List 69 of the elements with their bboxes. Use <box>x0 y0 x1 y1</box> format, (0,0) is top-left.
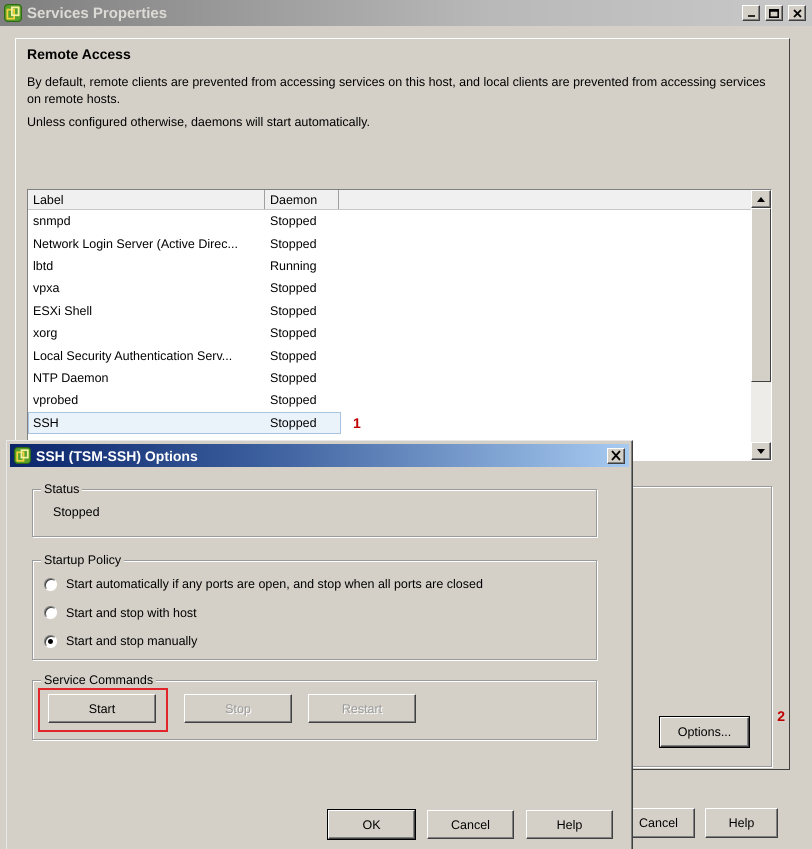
table-cell-text: xorg <box>32 326 58 340</box>
dialog-button[interactable]: OK <box>328 810 415 839</box>
table-cell-text: Local Security Authentication Serv... <box>32 348 234 363</box>
table-row[interactable]: xorg Stopped <box>28 322 341 344</box>
up-arrow-icon <box>757 196 765 202</box>
annotation-number: 1 <box>353 414 361 431</box>
scrollbar[interactable] <box>751 190 771 460</box>
maximize-icon <box>769 8 779 18</box>
close-button[interactable] <box>788 5 806 21</box>
radio-label[interactable]: Start and stop with host <box>66 606 197 620</box>
description-text: By default, remote clients are prevented from accessing services on this host, and local clients are prevented from accessing services on remote hosts. <box>27 74 767 108</box>
close-icon <box>792 8 802 18</box>
table-row[interactable]: snmpd Stopped <box>28 210 341 232</box>
dialog-title: SSH (TSM-SSH) Options <box>36 448 199 464</box>
close-button[interactable] <box>607 448 625 464</box>
table-cell-text: ESXi Shell <box>32 304 94 318</box>
radio-button[interactable] <box>44 634 57 648</box>
section-heading: Remote Access <box>27 46 132 62</box>
close-icon <box>610 450 622 461</box>
down-arrow-icon <box>757 448 765 454</box>
scroll-down-button[interactable] <box>751 442 771 460</box>
table-row[interactable]: NTP Daemon Stopped <box>28 366 341 390</box>
table-row[interactable]: Local Security Authentication Serv... Stopped <box>28 344 341 367</box>
maximize-button[interactable] <box>765 5 783 21</box>
table-cell-text: SSH <box>32 416 60 430</box>
table-row[interactable]: Network Login Server (Active Direc... Stopped <box>28 232 341 255</box>
annotation-number: 2 <box>777 708 785 724</box>
table-cell-text: Stopped <box>269 326 318 340</box>
dialog-button[interactable]: Help <box>526 810 613 839</box>
group-title: Startup Policy <box>41 552 124 568</box>
table-cell-text: Stopped <box>269 416 318 430</box>
column-header[interactable]: Daemon <box>265 190 339 209</box>
table-cell-text: snmpd <box>32 214 72 228</box>
table-cell-text: vpxa <box>32 281 60 296</box>
options-button[interactable]: Options... <box>660 717 749 747</box>
status-value: Stopped <box>53 505 100 519</box>
table-cell-text: Network Login Server (Active Direc... <box>32 236 239 251</box>
app-icon <box>4 4 22 22</box>
minimize-icon <box>748 15 754 17</box>
minimize-button[interactable] <box>742 5 760 21</box>
table-cell-text: Stopped <box>269 281 318 296</box>
radio-label[interactable]: Start and stop manually <box>66 634 198 648</box>
table-cell-text: Stopped <box>269 348 318 363</box>
dialog-button[interactable]: Help <box>705 808 778 838</box>
description-text: Unless configured otherwise, daemons will start automatically. <box>27 114 371 131</box>
table-cell-text: Stopped <box>269 236 318 251</box>
table-cell-text: Stopped <box>269 370 318 385</box>
table-row[interactable]: lbtd Running <box>28 254 341 278</box>
scroll-thumb[interactable] <box>751 208 771 382</box>
table-row[interactable]: vpxa Stopped <box>28 277 341 300</box>
radio-button[interactable] <box>44 578 57 591</box>
table-cell-text: Stopped <box>269 393 318 408</box>
app-icon <box>14 447 31 464</box>
radio-button[interactable] <box>44 606 57 620</box>
table-cell-text: Running <box>269 258 318 273</box>
table-cell-text: lbtd <box>32 258 54 273</box>
radio-label[interactable]: Start automatically if any ports are open, and stop when all ports are closed <box>66 577 483 592</box>
table-row[interactable]: ESXi Shell Stopped <box>28 300 341 322</box>
table-row[interactable]: SSH Stopped <box>28 412 341 434</box>
window-title: Services Properties <box>27 4 168 22</box>
dialog-button[interactable]: Cancel <box>427 810 514 839</box>
table-row[interactable]: vprobed Stopped <box>28 389 341 412</box>
table-cell-text: NTP Daemon <box>32 370 110 385</box>
command-button[interactable]: Start <box>48 694 156 723</box>
table-cell-text: Stopped <box>269 214 318 228</box>
scroll-up-button[interactable] <box>751 190 771 208</box>
table-cell-text: Stopped <box>269 304 318 318</box>
column-header[interactable]: Label <box>28 190 265 209</box>
table-cell-text: vprobed <box>32 393 80 408</box>
